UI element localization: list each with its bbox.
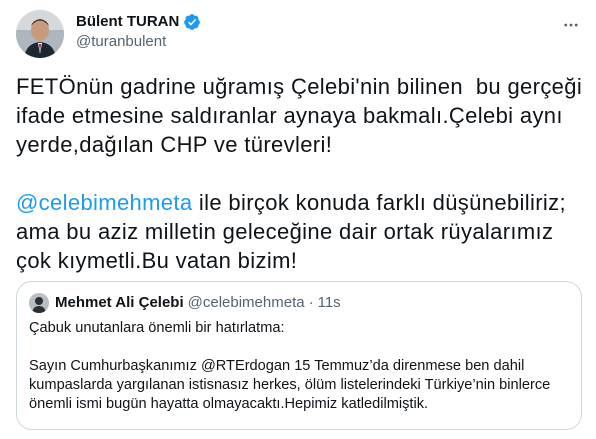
quoted-author-avatar[interactable] <box>29 293 49 313</box>
author-avatar[interactable] <box>16 10 64 58</box>
quoted-tweet-text: Çabuk unutanlara önemli bir hatırlatma: … <box>29 320 551 412</box>
dot-separator: · <box>308 294 314 311</box>
tweet: Bülent TURAN @turanbulent FETÖnün gadrin… <box>0 0 596 439</box>
quoted-tweet[interactable]: Mehmet Ali Çelebi @celebimehmeta · 11s Ç… <box>16 281 582 430</box>
author-name-text: Bülent TURAN <box>76 13 180 30</box>
mention-link[interactable]: @celebimehmeta <box>16 190 192 215</box>
author-display-name[interactable]: Bülent TURAN <box>76 12 201 32</box>
author-handle[interactable]: @turanbulent <box>76 32 166 52</box>
tweet-text-part-1: FETÖnün gadrine uğramış Çelebi'nin bilin… <box>16 74 583 157</box>
more-horizontal-icon <box>564 23 578 27</box>
quoted-author-handle[interactable]: @celebimehmeta <box>188 293 305 313</box>
quoted-author-name[interactable]: Mehmet Ali Çelebi <box>55 293 184 313</box>
verified-badge-icon <box>184 14 201 30</box>
quoted-tweet-time[interactable]: 11s <box>318 293 341 313</box>
more-options-button[interactable] <box>558 12 584 38</box>
tweet-body: FETÖnün gadrine uğramış Çelebi'nin bilin… <box>16 72 586 275</box>
quoted-tweet-header: Mehmet Ali Çelebi @celebimehmeta · 11s <box>55 293 341 313</box>
